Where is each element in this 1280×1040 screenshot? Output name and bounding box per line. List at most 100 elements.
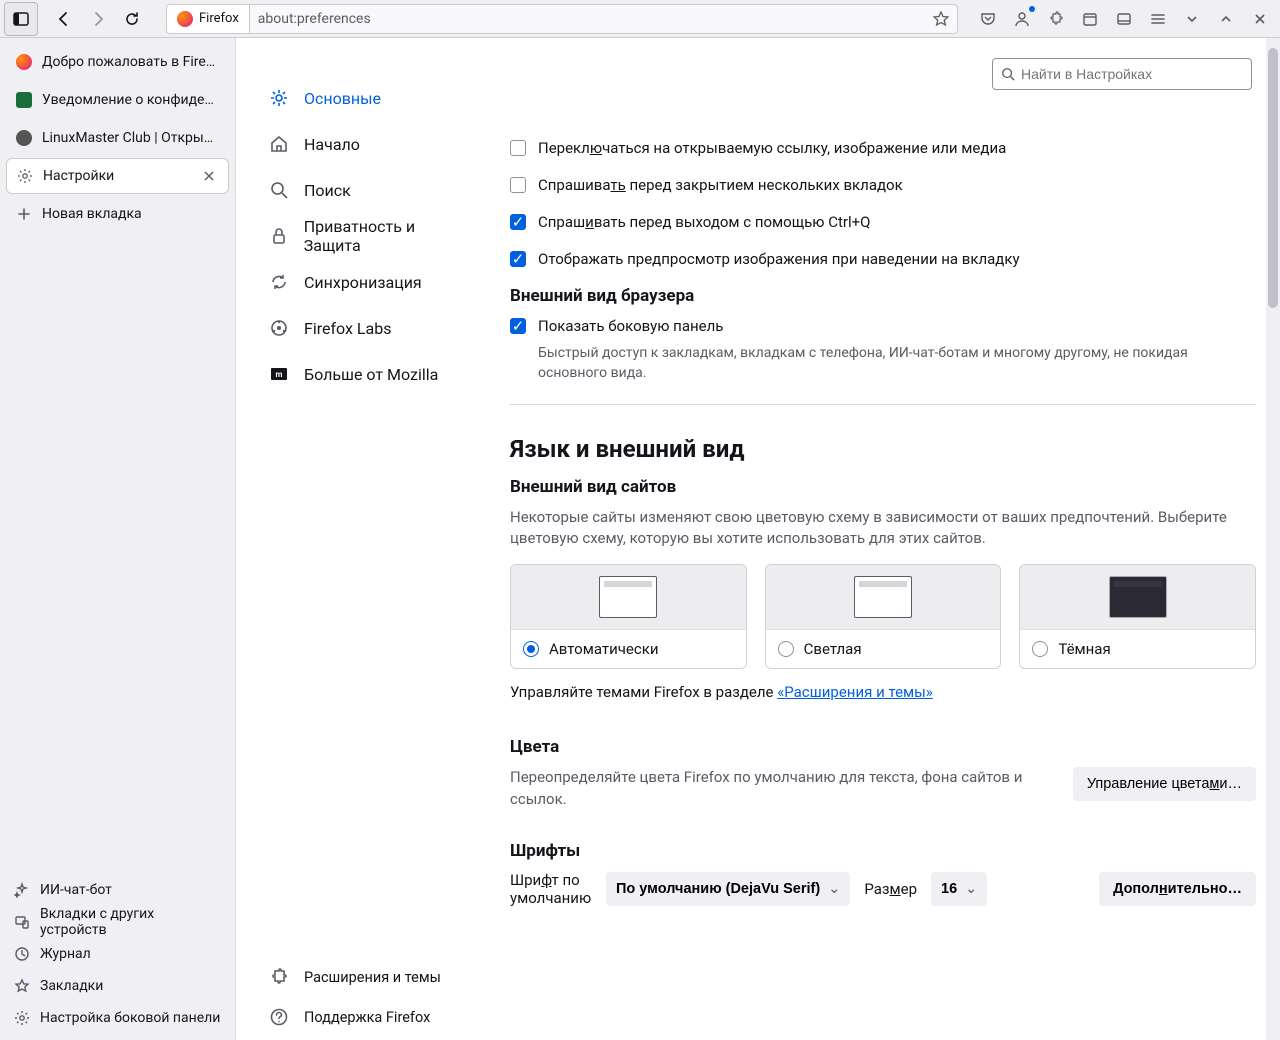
prefs-nav-label: Синхронизация — [304, 273, 422, 292]
reload-button[interactable] — [116, 3, 148, 35]
tab-item[interactable]: Уведомление о конфиденц — [6, 82, 229, 118]
browser-toolbar: Firefox about:preferences — [0, 0, 1280, 38]
extensions-button[interactable] — [1040, 3, 1072, 35]
lock-icon — [268, 225, 290, 247]
prefs-nav-mozilla[interactable]: m Больше от Mozilla — [256, 354, 486, 394]
star-icon — [933, 11, 949, 27]
gear-icon — [268, 87, 290, 109]
prefs-nav-label: Приватность и Защита — [304, 217, 474, 255]
tab-item[interactable]: Добро пожаловать в Firefox — [6, 44, 229, 80]
home-icon — [268, 133, 290, 155]
arrow-right-icon — [90, 11, 106, 27]
tab-label: Новая вкладка — [42, 206, 219, 222]
maximize-button[interactable] — [1210, 3, 1242, 35]
flask-icon — [268, 317, 290, 339]
identity-box[interactable]: Firefox — [166, 4, 250, 34]
account-button[interactable] — [1006, 3, 1038, 35]
checkbox-label: Спрашивать перед закрытием нескольких вк… — [538, 175, 903, 196]
downloads-button[interactable] — [1074, 3, 1106, 35]
show-sidebar-description: Быстрый доступ к закладкам, вкладкам с т… — [538, 343, 1256, 384]
side-tool-item[interactable]: Настройка боковой панели — [6, 1002, 229, 1034]
checkbox-show-sidebar[interactable]: ✓ Показать боковую панель — [510, 316, 1256, 337]
chevron-up-icon — [1219, 12, 1233, 26]
prefs-nav-label: Начало — [304, 135, 360, 154]
preferences-search-input[interactable] — [1021, 66, 1243, 82]
preferences-search[interactable] — [992, 58, 1252, 90]
theme-option-label: Тёмная — [1058, 640, 1110, 658]
star-icon — [14, 978, 30, 994]
mozilla-icon: m — [268, 363, 290, 385]
bookmark-star-button[interactable] — [933, 11, 949, 27]
pocket-button[interactable] — [972, 3, 1004, 35]
checkbox-tab-preview[interactable]: ✓ Отображать предпросмотр изображения пр… — [510, 249, 1256, 270]
sidebar-toggle-button[interactable] — [4, 2, 38, 36]
side-tool-item[interactable]: ИИ-чат-бот — [6, 874, 229, 906]
manage-colors-button[interactable]: Управление цветами… — [1073, 767, 1256, 801]
radio-icon — [778, 641, 794, 657]
font-size-label: Размер — [864, 880, 917, 898]
scrollbar-thumb[interactable] — [1268, 48, 1278, 308]
chevron-down-icon — [1185, 12, 1199, 26]
checkbox-switch-to-link[interactable]: Переключаться на открываемую ссылку, изо… — [510, 138, 1256, 159]
theme-option-auto[interactable]: Автоматически — [510, 564, 747, 669]
extensions-themes-link[interactable]: «Расширения и темы» — [777, 683, 933, 701]
prefs-nav-sync[interactable]: Синхронизация — [256, 262, 486, 302]
side-tool-item[interactable]: Закладки — [6, 970, 229, 1002]
checkbox-ask-quit-ctrlq[interactable]: ✓ Спрашивать перед выходом с помощью Ctr… — [510, 212, 1256, 233]
close-icon — [1253, 12, 1267, 26]
side-tool-label: Журнал — [40, 946, 91, 962]
theme-preview — [1020, 565, 1255, 629]
puzzle-icon — [1048, 11, 1064, 27]
tab-item[interactable]: Новая вкладка — [6, 196, 229, 232]
side-tool-item[interactable]: Вкладки с других устройств — [6, 906, 229, 938]
side-tool-label: Настройка боковой панели — [40, 1010, 220, 1026]
checkbox-ask-close-multiple[interactable]: Спрашивать перед закрытием нескольких вк… — [510, 175, 1256, 196]
app-menu-button[interactable] — [1142, 3, 1174, 35]
tab-label: LinuxMaster Club | Открыты — [42, 130, 219, 146]
tab-label: Уведомление о конфиденц — [42, 92, 219, 108]
sidebar-button[interactable] — [1108, 3, 1140, 35]
prefs-nav-gear[interactable]: Основные — [256, 78, 486, 118]
tab-favicon-icon — [16, 130, 32, 146]
prefs-nav-lock[interactable]: Приватность и Защита — [256, 216, 486, 256]
reload-icon — [124, 11, 140, 27]
url-text: about:preferences — [258, 11, 371, 27]
theme-preview — [511, 565, 746, 629]
pocket-icon — [980, 11, 996, 27]
side-tool-label: ИИ-чат-бот — [40, 882, 112, 898]
fonts-advanced-button[interactable]: Дополнительно… — [1099, 872, 1256, 906]
theme-option-light[interactable]: Светлая — [765, 564, 1002, 669]
notification-dot-icon — [1029, 6, 1035, 12]
sparkle-icon — [14, 882, 30, 898]
forward-button[interactable] — [82, 3, 114, 35]
font-size-select[interactable]: 16 ⌄ — [931, 872, 987, 906]
checkbox-icon: ✓ — [510, 214, 526, 230]
tab-item[interactable]: LinuxMaster Club | Открыты — [6, 120, 229, 156]
prefs-nav-puzzle[interactable]: Расширения и темы — [256, 960, 486, 994]
tab-favicon-icon — [16, 54, 32, 70]
tab-item[interactable]: Настройки — [6, 158, 229, 194]
theme-option-dark[interactable]: Тёмная — [1019, 564, 1256, 669]
checkbox-icon: ✓ — [510, 251, 526, 267]
side-tool-label: Вкладки с других устройств — [40, 906, 221, 938]
prefs-nav-flask[interactable]: Firefox Labs — [256, 308, 486, 348]
side-tool-item[interactable]: Журнал — [6, 938, 229, 970]
prefs-nav-search[interactable]: Поиск — [256, 170, 486, 210]
url-bar[interactable]: about:preferences — [250, 4, 958, 34]
preferences-page: Основные Начало Поиск Приватность и Защита С… — [236, 38, 1280, 1040]
puzzle-icon — [268, 966, 290, 988]
close-window-button[interactable] — [1244, 3, 1276, 35]
search-icon — [1001, 67, 1015, 81]
tab-close-button[interactable] — [200, 167, 218, 185]
prefs-nav-help[interactable]: Поддержка Firefox — [256, 1000, 486, 1034]
tab-label: Добро пожаловать в Firefox — [42, 54, 219, 70]
prefs-nav-home[interactable]: Начало — [256, 124, 486, 164]
checkbox-label: Отображать предпросмотр изображения при … — [538, 249, 1020, 270]
back-button[interactable] — [48, 3, 80, 35]
identity-label: Firefox — [199, 11, 239, 26]
scrollbar[interactable] — [1266, 38, 1280, 1040]
prefs-nav-label: Расширения и темы — [304, 969, 441, 986]
minimize-button[interactable] — [1176, 3, 1208, 35]
prefs-nav-label: Больше от Mozilla — [304, 365, 438, 384]
default-font-select[interactable]: По умолчанию (DejaVu Serif) ⌄ — [606, 872, 850, 906]
